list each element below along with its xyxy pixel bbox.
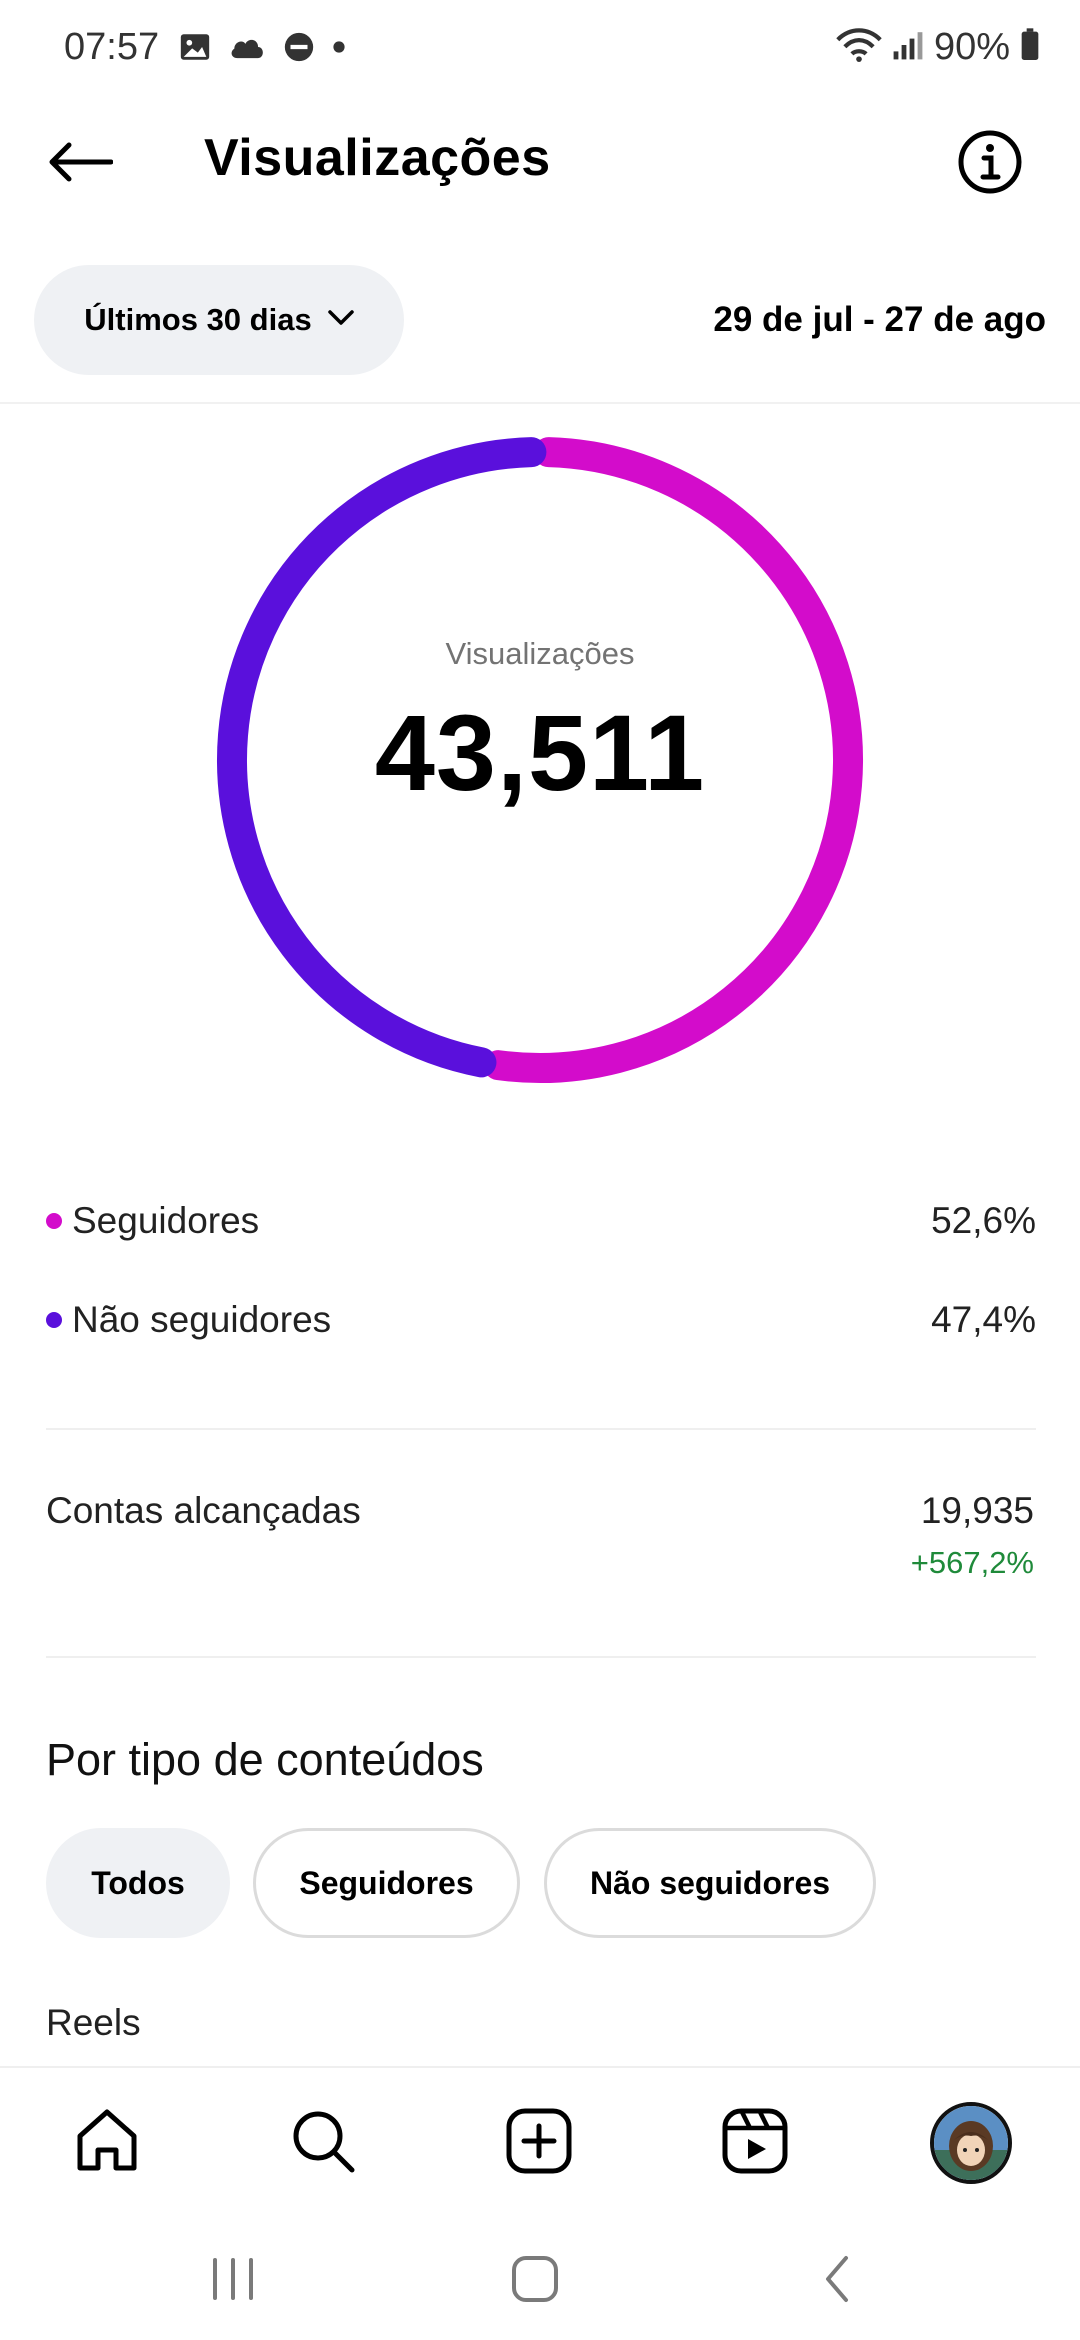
accounts-reached-value: 19,935 [920, 1490, 1034, 1531]
home-icon [72, 2106, 142, 2181]
nav-reels[interactable] [710, 2098, 800, 2188]
nav-search[interactable] [278, 2098, 368, 2188]
reels-icon [720, 2106, 790, 2181]
content-type-reels-label: Reels [46, 2002, 141, 2043]
breakdown-row-followers: Seguidores 52,6% [46, 1191, 1036, 1251]
status-bar: 07:57 90% [0, 0, 1080, 100]
divider [46, 1656, 1036, 1658]
dot-icon [332, 40, 346, 59]
recents-button[interactable] [188, 2246, 278, 2316]
section-title: Por tipo de conteúdos [46, 1734, 484, 1785]
search-icon [288, 2106, 358, 2181]
legend-label: Não seguidores [72, 1299, 332, 1340]
nav-profile[interactable] [926, 2098, 1016, 2188]
accounts-reached-label: Contas alcançadas [46, 1490, 361, 1531]
legend-label: Seguidores [72, 1200, 260, 1241]
arrow-left-icon [47, 142, 114, 187]
info-icon [957, 129, 1023, 200]
chip-all[interactable]: Todos [46, 1828, 230, 1938]
legend-dot-non-followers [46, 1312, 62, 1328]
divider [46, 1428, 1036, 1430]
back-icon [822, 2254, 852, 2309]
home-button-icon [510, 2254, 560, 2309]
breakdown-row-non-followers: Não seguidores 47,4% [46, 1290, 1036, 1350]
nav-home[interactable] [62, 2098, 152, 2188]
chevron-down-icon [327, 309, 354, 331]
battery-icon [1020, 28, 1040, 67]
legend-value: 52,6% [931, 1200, 1036, 1241]
nav-create[interactable] [494, 2098, 584, 2188]
create-icon [504, 2106, 574, 2181]
donut-caption: Visualizações [445, 636, 635, 671]
wifi-icon [836, 27, 882, 68]
page-title: Visualizações [204, 129, 551, 187]
cloud-icon [228, 32, 266, 67]
bottom-nav [0, 2066, 1080, 2218]
status-icons-left [178, 30, 346, 69]
accounts-reached-change: +567,2% [910, 1545, 1034, 1580]
profile-avatar [930, 2102, 1012, 2184]
status-time: 07:57 [64, 26, 160, 68]
recents-icon [209, 2256, 257, 2307]
info-button[interactable] [950, 124, 1030, 204]
date-range-dropdown[interactable]: Últimos 30 dias [34, 265, 404, 375]
total-views-value: 43,511 [374, 692, 706, 813]
date-range-text: 29 de jul - 27 de ago [713, 300, 1046, 339]
legend-value: 47,4% [931, 1299, 1036, 1340]
date-range-dropdown-label: Últimos 30 dias [84, 302, 312, 337]
home-button[interactable] [490, 2246, 580, 2316]
chip-followers[interactable]: Seguidores [253, 1828, 520, 1938]
back-button[interactable] [40, 124, 120, 204]
signal-icon [892, 29, 924, 66]
battery-percentage: 90% [933, 26, 1010, 68]
status-icons-right: 90% [836, 26, 1040, 69]
do-not-disturb-icon [282, 30, 316, 69]
legend-dot-followers [46, 1213, 62, 1229]
divider [0, 402, 1080, 404]
chip-non-followers[interactable]: Não seguidores [544, 1828, 876, 1938]
image-icon [178, 30, 212, 69]
system-nav-bar [0, 2216, 1080, 2340]
system-back-button[interactable] [792, 2246, 882, 2316]
